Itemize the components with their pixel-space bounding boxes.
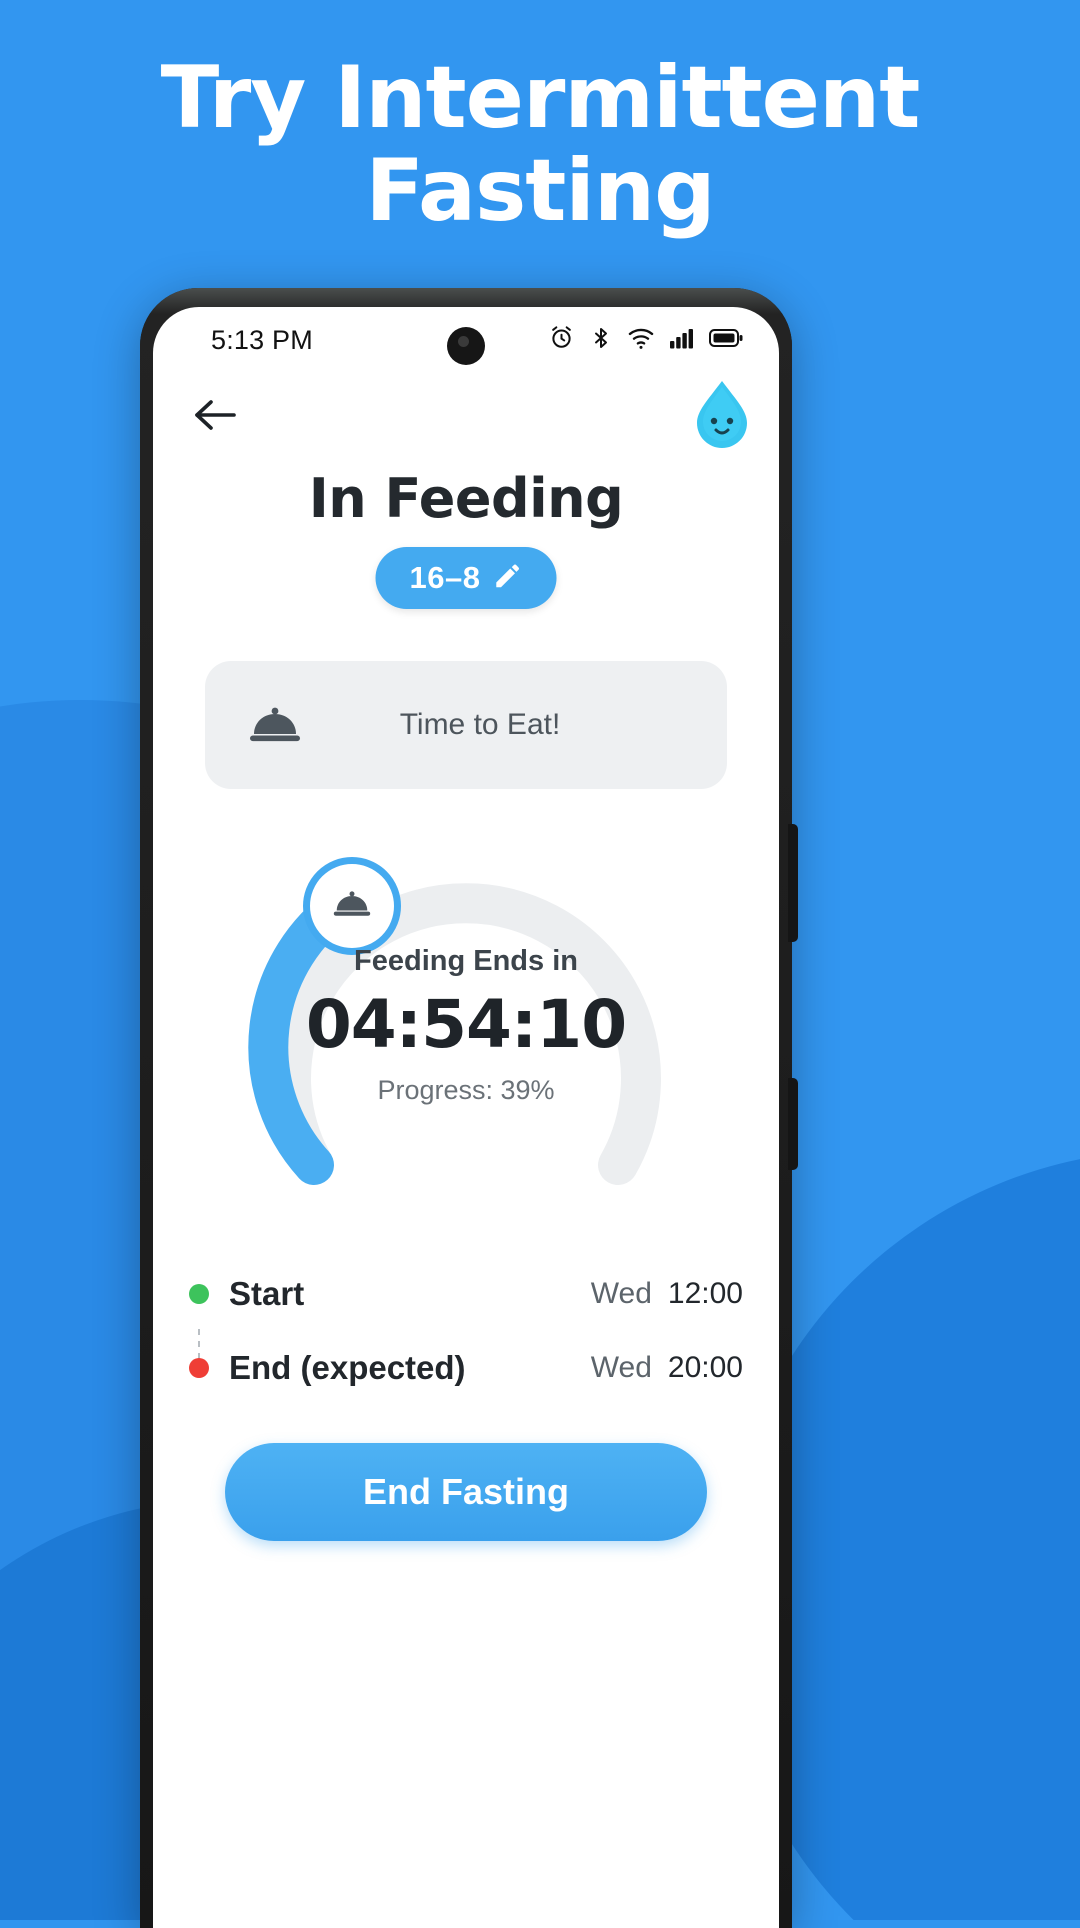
- timer-progress-text: Progress: 39%: [377, 1075, 555, 1105]
- battery-icon: [709, 327, 743, 349]
- promo-headline: Try Intermittent Fasting: [0, 52, 1080, 238]
- timer-value: 04:54:10: [305, 986, 627, 1063]
- schedule-hour: 20:00: [667, 1351, 743, 1384]
- phone-volume-button: [788, 1078, 798, 1170]
- schedule-time: Wed 12:00: [591, 1277, 743, 1311]
- schedule-list: Start Wed 12:00 End (expected) Wed 20:00: [189, 1257, 743, 1405]
- page-title: In Feeding: [308, 467, 624, 530]
- status-icons: [548, 324, 743, 351]
- alarm-icon: [548, 324, 575, 351]
- schedule-time: Wed 20:00: [591, 1351, 743, 1385]
- fasting-progress-ring: Feeding Ends in 04:54:10 Progress: 39%: [199, 827, 733, 1227]
- schedule-hour: 12:00: [667, 1277, 743, 1310]
- cellular-signal-icon: [669, 326, 695, 350]
- app-bar: [153, 371, 779, 457]
- wifi-icon: [627, 325, 655, 351]
- water-droplet-icon[interactable]: [689, 377, 755, 451]
- pencil-icon: [492, 561, 522, 596]
- schedule-label: End (expected): [229, 1349, 466, 1386]
- cloche-food-icon: [247, 703, 303, 747]
- cloche-food-icon: [332, 888, 372, 925]
- timer-label: Feeding Ends in: [354, 945, 578, 977]
- schedule-day: Wed: [590, 1351, 652, 1384]
- status-time: 5:13 PM: [211, 325, 313, 355]
- ring-center-content: Feeding Ends in 04:54:10 Progress: 39%: [199, 945, 733, 1106]
- end-fasting-button[interactable]: End Fasting: [225, 1443, 707, 1541]
- plan-label: 16–8: [409, 560, 481, 595]
- phone-mockup: 5:13 PM In Feeding 16–8 Time to Eat! Fee…: [140, 288, 798, 1928]
- end-status-dot: [189, 1358, 209, 1378]
- plan-badge[interactable]: 16–8: [375, 547, 557, 609]
- headline-line-1: Try Intermittent: [160, 48, 921, 148]
- start-status-dot: [189, 1284, 209, 1304]
- back-button[interactable]: [187, 389, 243, 445]
- list-item[interactable]: End (expected) Wed 20:00: [189, 1331, 743, 1405]
- phone-power-button: [788, 824, 798, 942]
- back-arrow-icon: [192, 396, 238, 439]
- time-to-eat-text: Time to Eat!: [399, 708, 561, 741]
- headline-line-2: Fasting: [365, 140, 715, 241]
- bluetooth-icon: [589, 325, 613, 351]
- schedule-label: Start: [229, 1275, 305, 1312]
- ring-knob: [303, 857, 401, 955]
- list-item[interactable]: Start Wed 12:00: [189, 1257, 743, 1367]
- phone-screen: 5:13 PM In Feeding 16–8 Time to Eat! Fee…: [153, 307, 779, 1928]
- status-bar: 5:13 PM: [153, 307, 779, 371]
- schedule-day: Wed: [590, 1277, 652, 1310]
- time-to-eat-card[interactable]: Time to Eat!: [205, 661, 727, 789]
- camera-punch-hole: [447, 327, 485, 365]
